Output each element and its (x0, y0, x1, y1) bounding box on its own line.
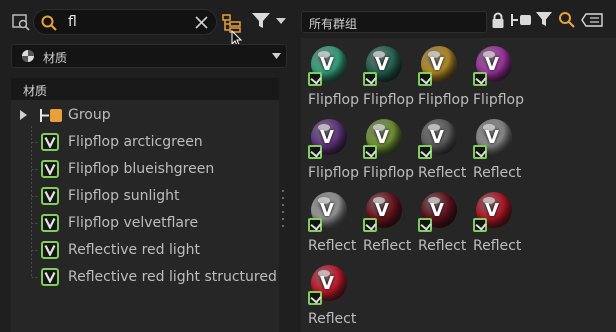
tree-item-label: Reflective red light (68, 242, 200, 258)
material-thumbnail[interactable]: V Flipflop (301, 42, 359, 108)
material-name: Reflect (473, 165, 522, 181)
material-name: Reflect (418, 165, 467, 181)
tag-icon[interactable] (581, 13, 603, 27)
material-thumbnail[interactable]: V Reflect (411, 188, 466, 254)
material-v-icon (41, 268, 59, 286)
material-badge-icon (418, 72, 432, 86)
material-thumbnail[interactable]: V Reflect (411, 115, 466, 181)
material-badge-icon (473, 218, 487, 232)
search-icon[interactable] (558, 11, 576, 29)
material-thumbnail[interactable]: V Reflect (301, 261, 356, 327)
material-badge-icon (363, 72, 377, 86)
material-v-icon (41, 214, 59, 232)
material-badge-icon (363, 145, 377, 159)
expand-arrow-icon[interactable] (20, 110, 27, 120)
material-name: Reflect (308, 238, 357, 254)
material-thumbnail[interactable]: V Reflect (466, 188, 521, 254)
tree-item-label: Flipflop arcticgreen (68, 134, 203, 150)
material-name: Flipflop (363, 92, 414, 108)
group-scope-label: 所有群组 (309, 17, 358, 31)
material-badge-icon (418, 218, 432, 232)
material-name: Flipflop (308, 165, 359, 181)
material-name: Flipflop (363, 165, 414, 181)
tree-item-label: Flipflop velvetflare (68, 215, 199, 231)
group-icon (40, 109, 62, 122)
tree-header-label: 材质 (23, 84, 48, 98)
material-v-icon (41, 133, 59, 151)
material-thumbnail[interactable]: V Flipflop (356, 42, 414, 108)
chevron-down-icon (272, 53, 281, 59)
panel-splitter-handle[interactable] (281, 190, 285, 230)
material-name: Reflect (473, 238, 522, 254)
category-dropdown[interactable]: 材质 (11, 44, 287, 68)
search-box[interactable]: fl (33, 9, 217, 35)
search-icon (41, 15, 57, 31)
lock-icon[interactable] (491, 12, 505, 29)
material-thumbnail[interactable]: V Flipflop (466, 42, 524, 108)
material-thumbnail[interactable]: V Flipflop (356, 115, 414, 181)
material-thumbnail[interactable]: V Reflect (301, 188, 356, 254)
material-badge-icon (308, 218, 322, 232)
tree-group-row[interactable]: Group (11, 102, 279, 129)
filter-icon[interactable] (535, 11, 553, 28)
material-badge-icon (473, 72, 487, 86)
material-v-icon (41, 160, 59, 178)
chevron-down-icon (276, 18, 286, 24)
material-thumbnail[interactable]: V Flipflop (411, 42, 469, 108)
tree-item[interactable]: Flipflop blueishgreen (11, 156, 279, 183)
material-name: Flipflop (418, 92, 469, 108)
material-tree-panel: 材质 Group Flipflop arcticgreen Flipflop b… (11, 78, 279, 332)
tree-item[interactable]: Flipflop velvetflare (11, 210, 279, 237)
tree-item[interactable]: Flipflop arcticgreen (11, 129, 279, 156)
search-input[interactable]: fl (68, 14, 77, 30)
group-filter-icon[interactable] (510, 12, 532, 28)
material-name: Flipflop (308, 92, 359, 108)
category-dropdown-value: 材质 (43, 51, 68, 65)
material-name: Flipflop (473, 92, 524, 108)
clear-search-icon[interactable] (194, 15, 209, 30)
material-name: Reflect (308, 311, 357, 327)
filter-dropdown-button[interactable] (251, 11, 291, 33)
tree-item[interactable]: Reflective red light (11, 237, 279, 264)
material-grid-panel: V Flipflop V Flipflop V Flipflop V Flipf… (301, 38, 616, 332)
material-badge-icon (363, 218, 377, 232)
material-badge-icon (308, 145, 322, 159)
search-scope-icon[interactable] (11, 12, 31, 32)
material-thumbnail[interactable]: V Flipflop (301, 115, 359, 181)
tree-item[interactable]: Reflective red light structured (11, 264, 279, 291)
material-name: Reflect (418, 238, 467, 254)
material-thumbnail[interactable]: V Reflect (356, 188, 411, 254)
material-v-icon (41, 241, 59, 259)
tree-item[interactable]: Flipflop sunlight (11, 183, 279, 210)
tree-item-label: Reflective red light structured (68, 269, 277, 285)
tree-item-label: Flipflop blueishgreen (68, 161, 215, 177)
material-v-icon (41, 187, 59, 205)
group-scope-field[interactable]: 所有群组 (301, 11, 487, 33)
material-badge-icon (308, 291, 322, 305)
material-badge-icon (418, 145, 432, 159)
tree-header: 材质 (11, 78, 279, 100)
filter-icon (252, 13, 270, 28)
material-badge-icon (473, 145, 487, 159)
material-sphere-icon (22, 50, 34, 62)
tree-group-label: Group (68, 107, 111, 123)
material-thumbnail[interactable]: V Reflect (466, 115, 521, 181)
material-badge-icon (308, 72, 322, 86)
tree-item-label: Flipflop sunlight (68, 188, 180, 204)
material-name: Reflect (363, 238, 412, 254)
